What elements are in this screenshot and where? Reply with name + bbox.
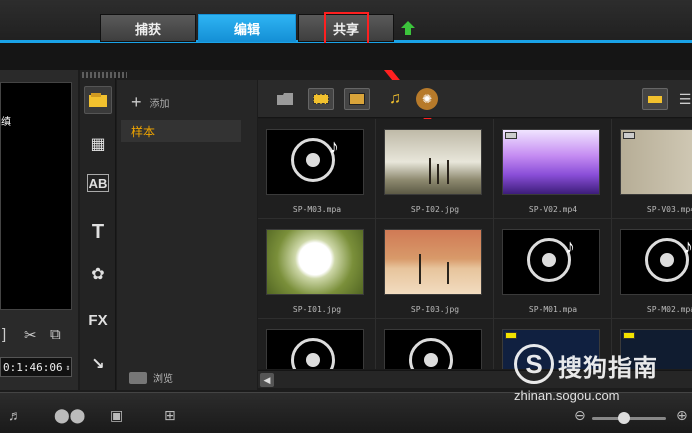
library-grid: ♪ SP-M03.mpa SP-I02.jpg SP-V02.mp4 SP-V0… bbox=[258, 119, 692, 369]
video-badge-icon bbox=[505, 132, 517, 139]
library-item[interactable]: ♪ SP-M03.mpa bbox=[258, 119, 376, 219]
film-reel-icon[interactable]: ✺ bbox=[416, 88, 438, 110]
path-icon[interactable]: ↘ bbox=[84, 350, 112, 378]
library-item[interactable]: ♪ SP-M01.mpa bbox=[494, 219, 612, 319]
audio-thumbnail: ♪ bbox=[502, 229, 600, 295]
browse-button[interactable]: 浏览 bbox=[129, 370, 173, 385]
film-icon bbox=[313, 94, 329, 104]
timecode-stepper-icon[interactable]: ⇕ bbox=[66, 363, 71, 372]
video-badge-icon bbox=[623, 132, 635, 139]
library-item[interactable]: SP-I01.jpg bbox=[258, 219, 376, 319]
preview-panel: 缜 ] ✂ ⧉ bbox=[0, 70, 78, 390]
browse-label: 浏览 bbox=[153, 374, 173, 385]
item-label: SP-M03.mpa bbox=[292, 205, 342, 214]
watermark-brand: 搜狗指南 bbox=[558, 355, 658, 382]
library-item[interactable] bbox=[376, 319, 494, 369]
library-item[interactable]: SP-V03.mp4 bbox=[612, 119, 692, 219]
title-icon[interactable]: ▣ bbox=[110, 407, 123, 424]
graphics-icon[interactable]: ✿ bbox=[84, 260, 112, 288]
preview-screen[interactable]: 缜 bbox=[0, 82, 72, 310]
fx-icon[interactable]: FX bbox=[84, 306, 112, 334]
image-thumbnail bbox=[266, 229, 364, 295]
item-label: SP-I02.jpg bbox=[410, 205, 460, 214]
copy-icon[interactable]: ⧉ bbox=[50, 326, 61, 343]
library-item[interactable]: ♪ SP-M02.mpa bbox=[612, 219, 692, 319]
upload-arrow-icon[interactable] bbox=[400, 20, 416, 36]
zoom-slider-handle[interactable] bbox=[618, 412, 630, 424]
disc-icon bbox=[291, 338, 335, 369]
library-item[interactable]: SP-I02.jpg bbox=[376, 119, 494, 219]
image-thumbnail bbox=[384, 129, 482, 195]
library-item[interactable]: SP-I03.jpg bbox=[376, 219, 494, 319]
media-icon[interactable] bbox=[84, 86, 112, 114]
audio-thumbnail: ♪ bbox=[266, 129, 364, 195]
library-toolbar: ♫ ✺ ☰ bbox=[258, 80, 692, 118]
show-photo-button[interactable] bbox=[344, 88, 370, 110]
panel-grip[interactable] bbox=[82, 72, 127, 78]
motion-track-icon[interactable]: ⬤⬤ bbox=[54, 407, 85, 424]
thumbnail-view-button[interactable] bbox=[642, 88, 668, 110]
zoom-in-icon[interactable]: ⊕ bbox=[676, 407, 688, 424]
add-label: 添加 bbox=[149, 99, 170, 110]
item-label: SP-I03.jpg bbox=[410, 305, 460, 314]
audio-thumbnail: ♪ bbox=[620, 229, 692, 295]
toolbar-band bbox=[0, 43, 692, 70]
timecode-display[interactable]: 0:1:46:06 ⇕ bbox=[0, 357, 72, 377]
sogou-logo-icon: S bbox=[514, 344, 554, 384]
library-item[interactable] bbox=[258, 319, 376, 369]
library-icon-strip: ▦ AB T ✿ FX ↘ bbox=[80, 70, 116, 390]
timecode-value: 0:1:46:06 bbox=[3, 360, 63, 374]
audio-mixer-icon[interactable]: ♬ bbox=[8, 407, 22, 423]
audio-thumbnail bbox=[266, 329, 364, 369]
title-ab-icon[interactable]: AB bbox=[87, 174, 109, 192]
item-label: SP-I01.jpg bbox=[292, 305, 342, 314]
music-note-icon[interactable]: ♫ bbox=[382, 88, 408, 110]
music-note-icon: ♪ bbox=[329, 136, 339, 158]
watermark: S 搜狗指南 zhinan.sogou.com bbox=[514, 344, 684, 404]
item-label: SP-V03.mp4 bbox=[646, 205, 692, 214]
image-thumbnail bbox=[384, 229, 482, 295]
zoom-out-icon[interactable]: ⊖ bbox=[574, 407, 586, 424]
music-note-icon: ♪ bbox=[565, 236, 575, 258]
transition-icon[interactable]: ▦ bbox=[84, 130, 112, 158]
multi-view-icon[interactable]: ⊞ bbox=[164, 407, 176, 424]
bracket-icon[interactable]: ] bbox=[2, 326, 6, 343]
plus-icon: + bbox=[131, 92, 142, 112]
list-view-icon[interactable]: ☰ bbox=[672, 88, 692, 110]
watermark-url: zhinan.sogou.com bbox=[514, 388, 620, 403]
show-video-button[interactable] bbox=[308, 88, 334, 110]
video-badge-icon bbox=[505, 332, 517, 339]
library-item[interactable]: SP-V02.mp4 bbox=[494, 119, 612, 219]
add-button[interactable]: + 添加 bbox=[131, 92, 170, 113]
item-label: SP-M01.mpa bbox=[528, 305, 578, 314]
disc-icon bbox=[409, 338, 453, 369]
browse-icon bbox=[129, 371, 147, 384]
photo-icon bbox=[349, 93, 365, 105]
music-note-icon: ♪ bbox=[683, 236, 692, 258]
thumbnail-view-icon bbox=[648, 95, 662, 103]
video-thumbnail bbox=[502, 129, 600, 195]
tab-edit[interactable]: 编辑 bbox=[198, 14, 296, 42]
item-label: SP-M02.mpa bbox=[646, 305, 692, 314]
scissors-icon[interactable]: ✂ bbox=[24, 326, 37, 344]
video-badge-icon bbox=[623, 332, 635, 339]
item-label: SP-V02.mp4 bbox=[528, 205, 578, 214]
folder-icon[interactable] bbox=[272, 88, 298, 110]
preview-overlay-text: 缜 bbox=[1, 117, 11, 128]
category-panel: + 添加 样本 浏览 bbox=[117, 80, 257, 390]
text-t-icon[interactable]: T bbox=[84, 218, 112, 246]
audio-thumbnail bbox=[384, 329, 482, 369]
category-item-sample[interactable]: 样本 bbox=[121, 120, 241, 142]
scroll-left-icon[interactable]: ◀ bbox=[260, 373, 274, 387]
video-thumbnail bbox=[620, 129, 692, 195]
tab-capture[interactable]: 捕获 bbox=[100, 14, 196, 42]
